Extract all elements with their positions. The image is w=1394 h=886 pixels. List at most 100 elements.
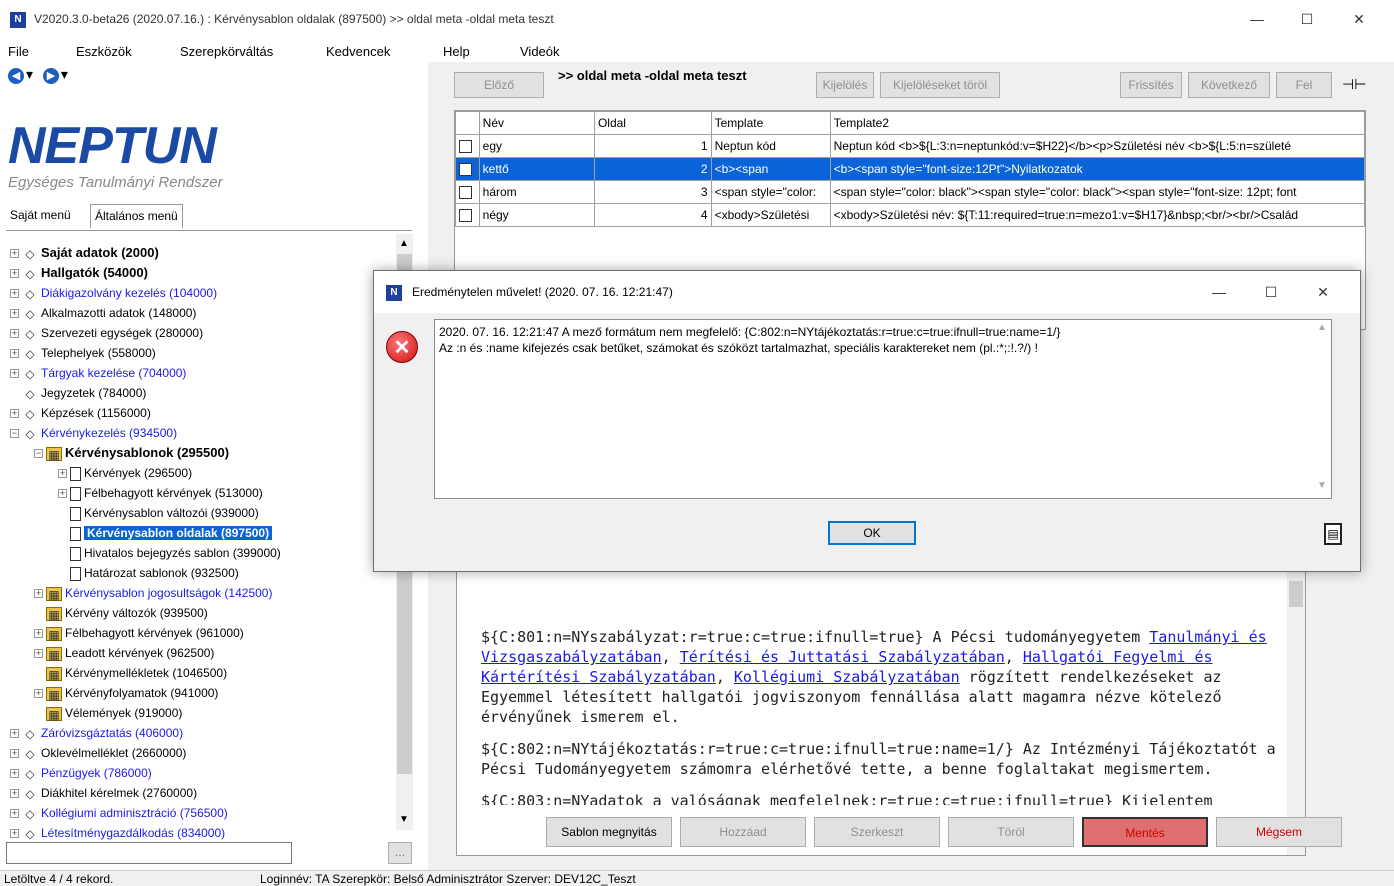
clipboard-icon[interactable]: ▤ <box>1324 523 1342 545</box>
menu-tools[interactable]: Eszközök <box>76 44 132 59</box>
menu-search-input[interactable] <box>6 842 292 864</box>
menu-role-switch[interactable]: Szerepkörváltás <box>180 44 273 59</box>
tree-item[interactable]: + ◇ Saját adatok (2000) <box>10 243 159 263</box>
clear-selection-button[interactable]: Kijelöléseket töröl <box>880 72 1000 98</box>
edit-button[interactable]: Szerkeszt <box>814 817 940 847</box>
module-icon: ◇ <box>25 406 35 421</box>
scroll-up-icon[interactable]: ▲ <box>1317 322 1327 333</box>
tree-item-selected[interactable]: Kérvénysablon oldalak (897500) <box>70 523 273 543</box>
template-preview[interactable]: ${C:801:n=NYszabályzat:r=true:c=true:ifn… <box>456 570 1306 856</box>
col-header-template2[interactable]: Template2 <box>829 111 1365 135</box>
tree-item[interactable]: + ◇ Telephelyek (558000) <box>10 343 156 363</box>
title-bar: N V2020.3.0-beta26 (2020.07.16.) : Kérvé… <box>0 0 1394 40</box>
menu-help[interactable]: Help <box>443 44 470 59</box>
scroll-down-icon[interactable]: ▼ <box>1317 480 1327 491</box>
link-dormitory-rules[interactable]: Kollégiumi Szabályzatában <box>734 668 960 686</box>
next-button[interactable]: Következő <box>1188 72 1270 98</box>
back-dropdown-icon[interactable]: ▾ <box>26 66 33 82</box>
link-fee-rules[interactable]: Térítési és Juttatási Szabályzatában <box>680 648 1005 666</box>
tree-item[interactable]: Kérvénysablon változói (939000) <box>70 503 259 523</box>
nav-buttons: ◀ ▾ ▶ ▾ <box>8 66 68 84</box>
pin-icon[interactable]: ⊣⊢ <box>1342 76 1366 93</box>
menu-favorites[interactable]: Kedvencek <box>326 44 390 59</box>
table-row[interactable]: négy 4 <xbody>Születési <xbody>Születési… <box>455 203 1365 227</box>
row-checkbox[interactable] <box>459 186 472 200</box>
error-message-box[interactable]: 2020. 07. 16. 12:21:47 A mező formátum n… <box>434 319 1332 499</box>
maximize-button[interactable]: ☐ <box>1284 4 1330 34</box>
delete-button[interactable]: Töröl <box>948 817 1074 847</box>
open-template-button[interactable]: Sablon megnyitás <box>546 817 672 847</box>
tree-item[interactable]: + ◇ Létesítménygazdálkodás (834000) <box>10 823 225 843</box>
tree-item[interactable]: + ◇ Szervezeti egységek (280000) <box>10 323 203 343</box>
up-button[interactable]: Fel <box>1276 72 1332 98</box>
neptun-logo: NEPTUN Egységes Tanulmányi Rendszer <box>8 120 223 191</box>
tree-item[interactable]: + Kérvények (296500) <box>58 463 192 483</box>
table-row-selected[interactable]: kettő 2 <b><span <b><span style="font-si… <box>455 157 1365 181</box>
tree-item[interactable]: Határozat sablonok (932500) <box>70 563 239 583</box>
logo-subtitle: Egységes Tanulmányi Rendszer <box>8 174 223 191</box>
tab-general-menu[interactable]: Általános menü <box>90 204 183 228</box>
preview-scrollbar[interactable]: ▼ <box>1287 571 1305 855</box>
tree-item[interactable]: ◇ Jegyzetek (784000) <box>22 383 146 403</box>
scroll-up-icon[interactable]: ▲ <box>399 238 409 249</box>
tree-item[interactable]: + ▦ Kérvényfolyamatok (941000) <box>34 683 218 703</box>
tree-item[interactable]: ▦ Kérvény változók (939500) <box>46 603 208 623</box>
app-window: N V2020.3.0-beta26 (2020.07.16.) : Kérvé… <box>0 0 1394 886</box>
tree-item[interactable]: + ◇ Alkalmazotti adatok (148000) <box>10 303 196 323</box>
error-dialog: N Eredménytelen művelet! (2020. 07. 16. … <box>373 270 1361 572</box>
tree-item[interactable]: + ◇ Képzések (1156000) <box>10 403 151 423</box>
scroll-down-icon[interactable]: ▼ <box>399 814 409 825</box>
folder-icon: ▦ <box>46 586 62 602</box>
cancel-button[interactable]: Mégsem <box>1216 817 1342 847</box>
tree-item[interactable]: + ◇ Záróvizsgáztatás (406000) <box>10 723 183 743</box>
tree-item[interactable]: + ◇ Diákigazolvány kezelés (104000) <box>10 283 217 303</box>
tree-item[interactable]: ▦ Vélemények (919000) <box>46 703 182 723</box>
tree-item[interactable]: + Félbehagyott kérvények (513000) <box>58 483 263 503</box>
menu-videos[interactable]: Videók <box>520 44 560 59</box>
menu-file[interactable]: File <box>8 44 29 59</box>
dialog-close-button[interactable]: ✕ <box>1300 277 1346 307</box>
module-icon: ◇ <box>25 726 35 741</box>
tree-item[interactable]: + ◇ Kollégiumi adminisztráció (756500) <box>10 803 228 823</box>
preview-scroll-thumb[interactable] <box>1289 581 1303 607</box>
tree-item[interactable]: Hivatalos bejegyzés sablon (399000) <box>70 543 281 563</box>
row-checkbox[interactable] <box>459 140 472 154</box>
row-checkbox[interactable] <box>459 163 472 177</box>
tree-item[interactable]: + ▦ Leadott kérvények (962500) <box>34 643 214 663</box>
col-header-name[interactable]: Név <box>478 111 595 135</box>
row-checkbox[interactable] <box>459 209 472 223</box>
prev-button[interactable]: Előző <box>454 72 544 98</box>
tree-item[interactable]: + ▦ Kérvénysablon jogosultságok (142500) <box>34 583 272 603</box>
ok-button[interactable]: OK <box>828 521 916 545</box>
tree-item[interactable]: + ◇ Tárgyak kezelése (704000) <box>10 363 186 383</box>
close-button[interactable]: ✕ <box>1336 4 1382 34</box>
module-icon: ◇ <box>25 246 35 261</box>
col-header-template[interactable]: Template <box>710 111 831 135</box>
tree-item[interactable]: + ◇ Diákhitel kérelmek (2760000) <box>10 783 197 803</box>
logo-title: NEPTUN <box>8 117 217 175</box>
back-icon[interactable]: ◀ <box>8 68 24 84</box>
page-title: >> oldal meta -oldal meta teszt <box>558 68 747 83</box>
refresh-button[interactable]: Frissítés <box>1120 72 1182 98</box>
tree-item[interactable]: + ▦ Félbehagyott kérvények (961000) <box>34 623 244 643</box>
add-button[interactable]: Hozzáad <box>680 817 806 847</box>
browse-button[interactable]: ... <box>388 842 412 864</box>
save-button[interactable]: Mentés <box>1082 817 1208 847</box>
tree-item[interactable]: + ◇ Pénzügyek (786000) <box>10 763 152 783</box>
tab-own-menu[interactable]: Saját menü <box>6 204 75 228</box>
table-row[interactable]: egy 1 Neptun kód Neptun kód <b>${L:3:n=n… <box>455 134 1365 158</box>
tree-item[interactable]: + ◇ Hallgatók (54000) <box>10 263 148 283</box>
tree-item[interactable]: − ▦ Kérvénysablonok (295500) <box>34 443 229 463</box>
select-button[interactable]: Kijelölés <box>816 72 874 98</box>
dialog-minimize-button[interactable]: — <box>1196 277 1242 307</box>
tree-item[interactable]: ▦ Kérvénymellékletek (1046500) <box>46 663 227 683</box>
minimize-button[interactable]: — <box>1234 4 1280 34</box>
tree-item[interactable]: − ◇ Kérvénykezelés (934500) <box>10 423 177 443</box>
dialog-maximize-button[interactable]: ☐ <box>1248 277 1294 307</box>
forward-dropdown-icon[interactable]: ▾ <box>61 66 68 82</box>
tree-item[interactable]: + ◇ Oklevélmelléklet (2660000) <box>10 743 186 763</box>
forward-icon[interactable]: ▶ <box>42 68 59 84</box>
table-row[interactable]: három 3 <span style="color: <span style=… <box>455 180 1365 204</box>
message-scrollbar[interactable]: ▲ ▼ <box>1313 320 1331 498</box>
col-header-page[interactable]: Oldal <box>593 111 712 135</box>
